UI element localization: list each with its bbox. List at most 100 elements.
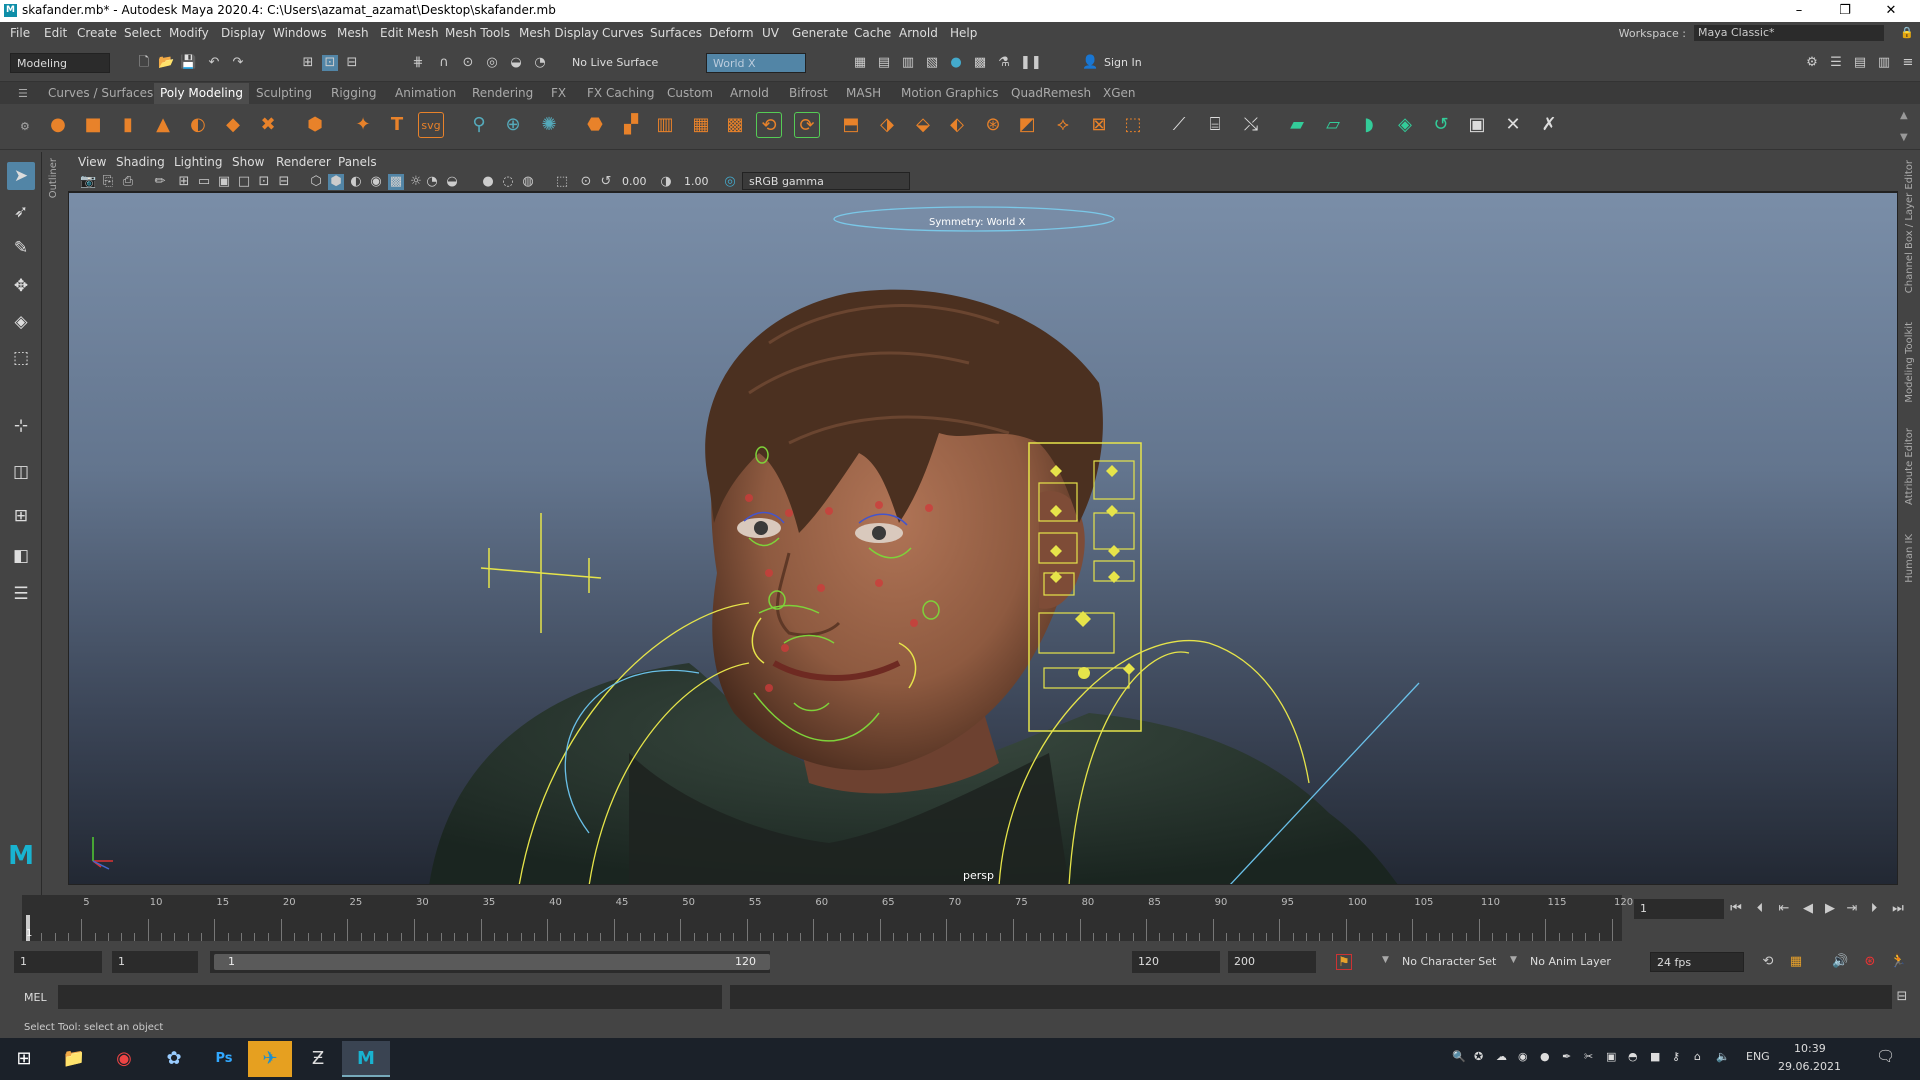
notifications-icon[interactable]: 🗨: [1876, 1047, 1895, 1065]
isolate-select-icon[interactable]: ●: [480, 174, 496, 190]
extract-icon[interactable]: ▥: [652, 112, 678, 138]
exposure-reset-icon[interactable]: ↺: [598, 174, 614, 190]
tab-custom[interactable]: Custom: [667, 86, 713, 100]
menu-help[interactable]: Help: [950, 26, 977, 40]
grease-pencil-icon[interactable]: ✏: [152, 174, 168, 190]
vp-menu-show[interactable]: Show: [232, 155, 264, 169]
multi-cut-icon[interactable]: ⟋: [1166, 112, 1192, 138]
poly-sphere-icon[interactable]: ●: [45, 112, 71, 138]
ipr-render-icon[interactable]: ▥: [900, 55, 916, 71]
xray-joints-icon[interactable]: ◍: [520, 174, 536, 190]
gamma-icon[interactable]: ◑: [658, 174, 674, 190]
smooth-icon[interactable]: ▩: [722, 112, 748, 138]
menu-cache[interactable]: Cache: [854, 26, 891, 40]
script-language-toggle[interactable]: MEL: [24, 991, 47, 1004]
safe-action-icon[interactable]: ⊟: [276, 174, 292, 190]
pause-icon[interactable]: ❚❚: [1020, 55, 1042, 71]
playback-start-field[interactable]: 1: [112, 951, 198, 973]
step-forward-frame-icon[interactable]: ⏵: [1866, 901, 1882, 917]
sculpt-tool-icon[interactable]: ⚲: [466, 112, 492, 138]
boolean-icon[interactable]: ◩: [1014, 112, 1040, 138]
tab-arnold[interactable]: Arnold: [730, 86, 769, 100]
tray-onedrive-icon[interactable]: ☁: [1496, 1050, 1507, 1063]
unfold-uv-icon[interactable]: ↺: [1428, 112, 1454, 138]
motion-blur-icon[interactable]: ◒: [444, 174, 460, 190]
poly-plane-icon[interactable]: ◆: [220, 112, 246, 138]
menu-windows[interactable]: Windows: [273, 26, 327, 40]
poly-cylinder-icon[interactable]: ▮: [115, 112, 141, 138]
menu-mesh-display[interactable]: Mesh Display: [519, 26, 599, 40]
tab-mash[interactable]: MASH: [846, 86, 881, 100]
outliner-label[interactable]: Outliner: [48, 158, 59, 198]
svg-tool-icon[interactable]: svg: [418, 112, 444, 138]
wireframe-icon[interactable]: ⬡: [308, 174, 324, 190]
tray-volume-icon[interactable]: 🔈: [1716, 1050, 1730, 1063]
colorspace-dropdown[interactable]: sRGB gamma: [742, 172, 910, 190]
smooth-mesh-icon[interactable]: ⊕: [500, 112, 526, 138]
anim-layer-field[interactable]: No Anim Layer: [1530, 955, 1611, 968]
zbrush-icon[interactable]: Ƶ: [298, 1041, 338, 1077]
shelf-scroll-down-icon[interactable]: ▼: [1900, 132, 1908, 143]
film-gate-icon[interactable]: ▭: [196, 174, 212, 190]
telegram-icon[interactable]: ✈: [248, 1041, 292, 1077]
separate-icon[interactable]: ▞: [618, 112, 644, 138]
menu-file[interactable]: File: [10, 26, 30, 40]
arnold-render-icon[interactable]: ▩: [972, 55, 988, 71]
timeline-track[interactable]: 5 10 15 20 25 30 35 40 45 50 55 60 65 70 75 80 85 90 95 100…: [22, 895, 1633, 941]
insert-edge-loop-icon[interactable]: ⌸: [1202, 112, 1228, 138]
arnold-ipr-icon[interactable]: ⚗: [996, 55, 1012, 71]
bevel-icon[interactable]: ⬗: [874, 112, 900, 138]
current-frame-field[interactable]: 1: [1634, 899, 1724, 919]
menu-surfaces[interactable]: Surfaces: [650, 26, 702, 40]
tray-network-app-icon[interactable]: ◉: [1518, 1050, 1528, 1063]
app-icon[interactable]: ✿: [154, 1041, 194, 1077]
tray-nvidia-icon[interactable]: ▣: [1606, 1050, 1616, 1063]
textured-icon[interactable]: ◉: [368, 174, 384, 190]
select-hierarchy-icon[interactable]: ⊞: [300, 55, 316, 71]
attribute-editor-tab[interactable]: Attribute Editor: [1904, 428, 1915, 505]
snap-grid-icon[interactable]: ⋕: [410, 55, 426, 71]
step-back-frame-icon[interactable]: ⏴: [1752, 901, 1768, 917]
channel-box-tab[interactable]: Channel Box / Layer Editor: [1904, 160, 1915, 293]
attribute-editor-icon[interactable]: ☰: [1828, 55, 1844, 71]
camera-select-icon[interactable]: 📷: [80, 174, 96, 190]
tray-tool-icon[interactable]: ✂: [1584, 1050, 1593, 1063]
outliner-layout-icon[interactable]: ☰: [7, 580, 35, 608]
ambient-occlusion-icon[interactable]: ◔: [424, 174, 440, 190]
tray-wifi-icon[interactable]: ⌂: [1694, 1050, 1701, 1063]
live-surface-field[interactable]: No Live Surface: [566, 53, 666, 73]
windows-start-icon[interactable]: ⊞: [4, 1041, 44, 1077]
tab-xgen[interactable]: XGen: [1103, 86, 1136, 100]
symmetry-dropdown[interactable]: World X: [706, 53, 806, 73]
select-object-icon[interactable]: ⊡: [322, 55, 338, 71]
menu-create[interactable]: Create: [77, 26, 117, 40]
menu-display[interactable]: Display: [221, 26, 265, 40]
maya-taskbar-icon[interactable]: M: [342, 1041, 390, 1077]
circularize-icon[interactable]: ⊛: [980, 112, 1006, 138]
open-scene-icon[interactable]: 📂: [158, 55, 174, 71]
anim-layer-arrow[interactable]: ▼: [1510, 955, 1517, 965]
extrude-icon[interactable]: ⬒: [838, 112, 864, 138]
tray-search-icon[interactable]: 🔍: [1452, 1050, 1466, 1063]
select-component-icon[interactable]: ⊟: [344, 55, 360, 71]
script-editor-icon[interactable]: ⊟: [1894, 989, 1910, 1005]
save-scene-icon[interactable]: 💾: [180, 55, 196, 71]
scene-end-field[interactable]: 200: [1228, 951, 1316, 973]
menu-deform[interactable]: Deform: [709, 26, 754, 40]
select-tool-icon[interactable]: ➤: [7, 162, 35, 190]
fps-dropdown[interactable]: 24 fps: [1650, 952, 1744, 972]
platonic-solid-icon[interactable]: ⬢: [302, 112, 328, 138]
tab-quadremesh[interactable]: QuadRemesh: [1011, 86, 1091, 100]
loop-icon[interactable]: ⟲: [1760, 954, 1776, 970]
outliner-strip[interactable]: Outliner: [44, 152, 66, 895]
wedge-icon[interactable]: ⟡: [1050, 112, 1076, 138]
menu-edit-mesh[interactable]: Edit Mesh: [380, 26, 439, 40]
tray-green-icon[interactable]: ■: [1650, 1050, 1660, 1063]
human-ik-tab[interactable]: Human IK: [1904, 534, 1915, 583]
play-forward-icon[interactable]: ▶: [1822, 901, 1838, 917]
menu-select[interactable]: Select: [124, 26, 161, 40]
delete-history-icon[interactable]: ✗: [1536, 112, 1562, 138]
menu-curves[interactable]: Curves: [602, 26, 644, 40]
text-tool-icon[interactable]: T: [384, 112, 410, 138]
resolution-gate-icon[interactable]: ▣: [216, 174, 232, 190]
